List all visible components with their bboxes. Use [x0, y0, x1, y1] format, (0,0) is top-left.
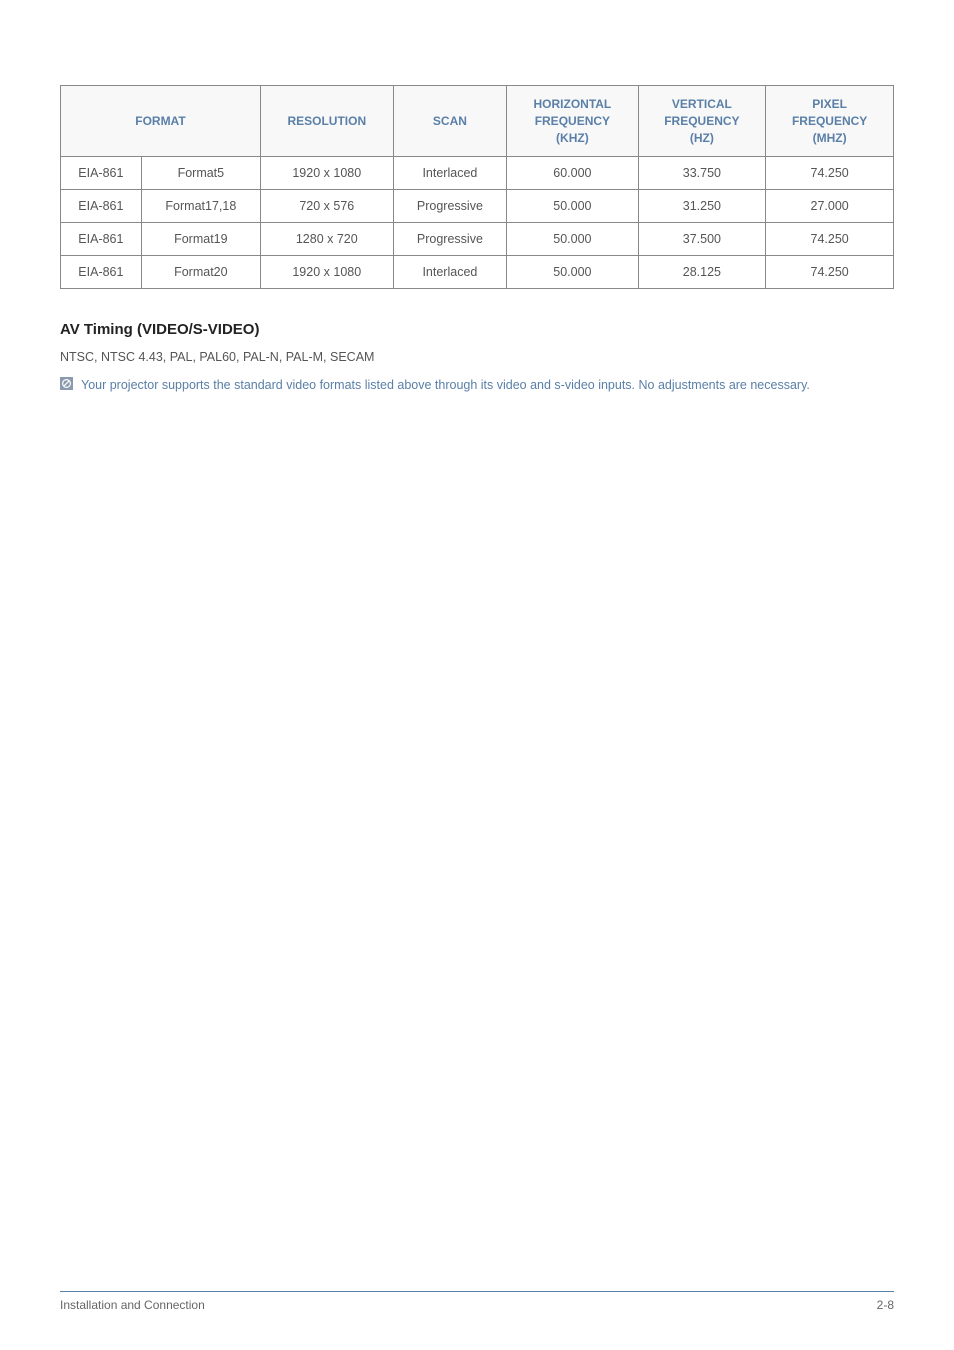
header-vfreq-line3: (HZ): [690, 131, 714, 145]
page-footer: Installation and Connection 2-8: [60, 1291, 894, 1312]
cell-hfreq: 60.000: [507, 157, 638, 190]
note-block: Your projector supports the standard vid…: [60, 376, 894, 395]
cell-pfreq: 74.250: [766, 157, 894, 190]
cell-format-standard: EIA-861: [61, 223, 142, 256]
note-icon: [60, 377, 73, 390]
timing-table: FORMAT RESOLUTION SCAN HORIZONTAL FREQUE…: [60, 85, 894, 289]
cell-scan: Interlaced: [393, 157, 507, 190]
cell-scan: Progressive: [393, 190, 507, 223]
cell-scan: Progressive: [393, 223, 507, 256]
cell-format-standard: EIA-861: [61, 256, 142, 289]
cell-hfreq: 50.000: [507, 223, 638, 256]
cell-scan: Interlaced: [393, 256, 507, 289]
header-pfreq-line2: FREQUENCY: [792, 114, 867, 128]
table-row: EIA-861 Format5 1920 x 1080 Interlaced 6…: [61, 157, 894, 190]
cell-vfreq: 37.500: [638, 223, 766, 256]
header-scan: SCAN: [393, 86, 507, 157]
header-vertical-frequency: VERTICAL FREQUENCY (HZ): [638, 86, 766, 157]
cell-format-variant: Format20: [141, 256, 260, 289]
cell-format-standard: EIA-861: [61, 157, 142, 190]
header-hfreq-line1: HORIZONTAL: [533, 97, 611, 111]
header-vfreq-line2: FREQUENCY: [664, 114, 739, 128]
cell-format-standard: EIA-861: [61, 190, 142, 223]
footer-page-number: 2-8: [877, 1298, 894, 1312]
header-hfreq-line3: (KHZ): [556, 131, 589, 145]
header-resolution: RESOLUTION: [260, 86, 393, 157]
cell-format-variant: Format5: [141, 157, 260, 190]
cell-format-variant: Format17,18: [141, 190, 260, 223]
header-pfreq-line3: (MHZ): [813, 131, 847, 145]
header-pixel-frequency: PIXEL FREQUENCY (MHZ): [766, 86, 894, 157]
cell-pfreq: 74.250: [766, 223, 894, 256]
cell-hfreq: 50.000: [507, 190, 638, 223]
header-vfreq-line1: VERTICAL: [672, 97, 732, 111]
section-heading-av-timing: AV Timing (VIDEO/S-VIDEO): [60, 321, 894, 338]
table-row: EIA-861 Format19 1280 x 720 Progressive …: [61, 223, 894, 256]
footer-section-title: Installation and Connection: [60, 1298, 205, 1312]
cell-pfreq: 74.250: [766, 256, 894, 289]
cell-vfreq: 33.750: [638, 157, 766, 190]
note-text: Your projector supports the standard vid…: [81, 376, 810, 395]
cell-resolution: 1280 x 720: [260, 223, 393, 256]
cell-resolution: 1920 x 1080: [260, 256, 393, 289]
cell-resolution: 720 x 576: [260, 190, 393, 223]
table-row: EIA-861 Format17,18 720 x 576 Progressiv…: [61, 190, 894, 223]
av-timing-body-text: NTSC, NTSC 4.43, PAL, PAL60, PAL-N, PAL-…: [60, 350, 894, 364]
header-format: FORMAT: [61, 86, 261, 157]
cell-resolution: 1920 x 1080: [260, 157, 393, 190]
header-hfreq-line2: FREQUENCY: [535, 114, 610, 128]
cell-hfreq: 50.000: [507, 256, 638, 289]
cell-format-variant: Format19: [141, 223, 260, 256]
table-row: EIA-861 Format20 1920 x 1080 Interlaced …: [61, 256, 894, 289]
header-horizontal-frequency: HORIZONTAL FREQUENCY (KHZ): [507, 86, 638, 157]
cell-pfreq: 27.000: [766, 190, 894, 223]
header-pfreq-line1: PIXEL: [812, 97, 847, 111]
cell-vfreq: 31.250: [638, 190, 766, 223]
cell-vfreq: 28.125: [638, 256, 766, 289]
